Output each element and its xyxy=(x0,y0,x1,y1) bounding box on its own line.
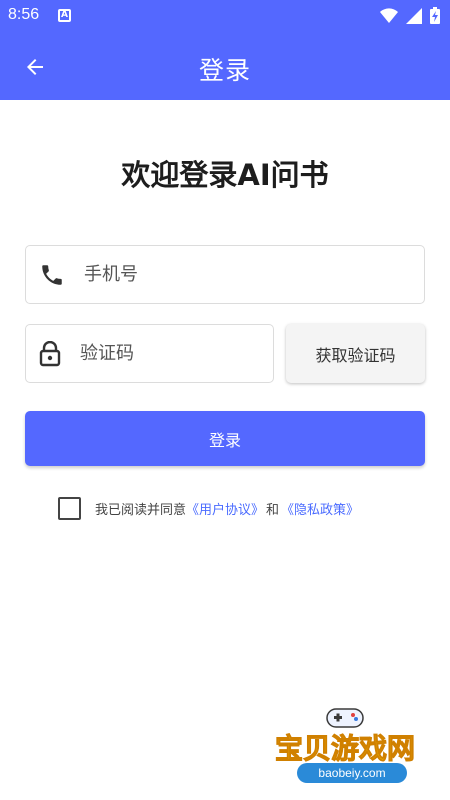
get-code-button[interactable]: 获取验证码 xyxy=(286,324,425,383)
agreement-prefix: 我已阅读并同意 xyxy=(95,503,187,518)
phone-icon xyxy=(26,262,78,288)
status-app-icon: A xyxy=(58,9,71,22)
battery-icon xyxy=(430,7,440,24)
status-icons xyxy=(380,7,440,24)
login-button[interactable]: 登录 xyxy=(25,411,425,466)
signal-icon xyxy=(406,7,422,24)
verification-code-input[interactable] xyxy=(74,343,273,364)
verification-code-field[interactable] xyxy=(25,324,274,383)
user-agreement-link[interactable]: 《用户协议》 xyxy=(186,503,264,518)
phone-field[interactable] xyxy=(25,245,425,304)
agreement-row: 我已阅读并同意《用户协议》和《隐私政策》 xyxy=(58,497,359,520)
watermark-title: 宝贝游戏网 xyxy=(274,732,416,766)
wifi-icon xyxy=(380,7,398,23)
status-time: 8:56 xyxy=(8,6,40,23)
privacy-policy-link[interactable]: 《隐私政策》 xyxy=(281,503,359,518)
agreement-text: 我已阅读并同意《用户协议》和《隐私政策》 xyxy=(95,499,359,518)
watermark-url: baobeiy.com xyxy=(297,763,407,783)
page-title: 登录 xyxy=(198,56,251,85)
welcome-heading: 欢迎登录AI问书 xyxy=(121,158,329,192)
agreement-and: 和 xyxy=(266,503,280,518)
status-bar: 8:56 A xyxy=(0,0,450,32)
app-bar: 登录 xyxy=(0,32,450,100)
phone-input[interactable] xyxy=(78,264,424,285)
lock-icon xyxy=(26,340,74,367)
watermark-logo: 宝贝游戏网 baobeiy.com xyxy=(274,705,425,795)
agreement-checkbox[interactable] xyxy=(58,497,81,520)
